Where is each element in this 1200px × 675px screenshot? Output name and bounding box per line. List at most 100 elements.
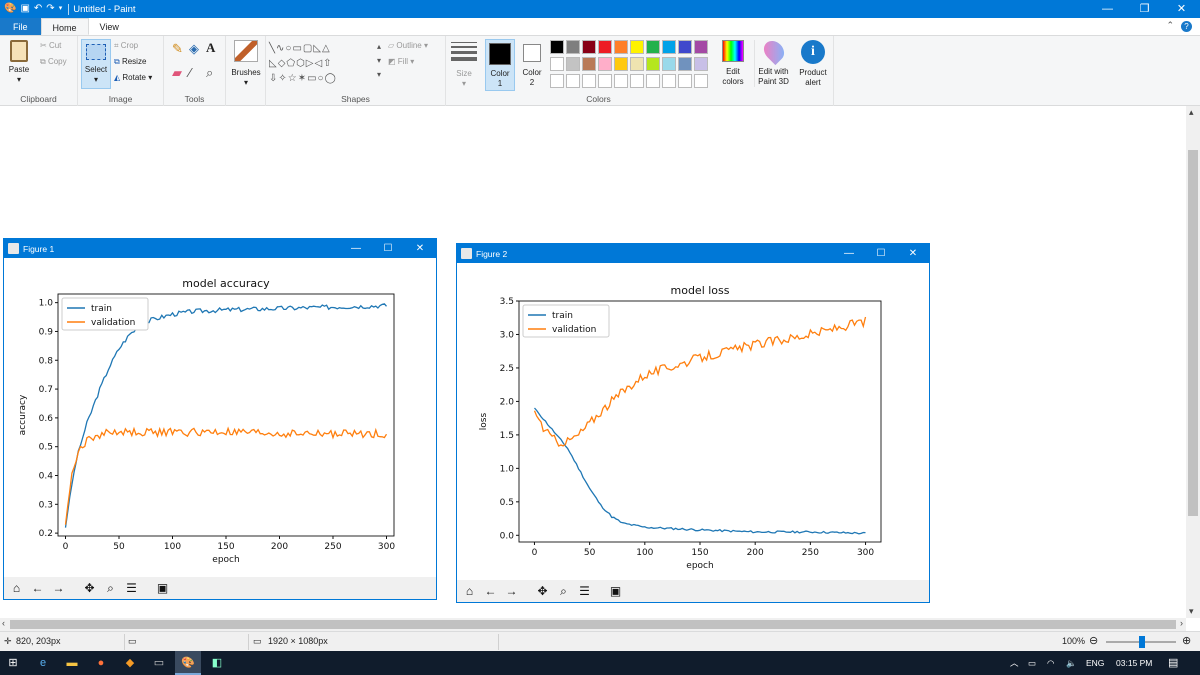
palette-swatch[interactable] [566, 40, 580, 54]
resize-button[interactable]: ⧉ Resize [114, 56, 146, 68]
fill-button[interactable]: ◩ Fill ▾ [388, 56, 414, 68]
palette-swatch[interactable] [614, 74, 628, 88]
sublime-icon[interactable]: ◆ [117, 651, 143, 675]
volume-icon[interactable]: 🔈 [1066, 651, 1077, 675]
edge-icon[interactable]: e [30, 651, 56, 675]
shape-star-icon[interactable]: ⇩✧☆✶▭○◯ [269, 73, 337, 84]
palette-swatch[interactable] [678, 57, 692, 71]
horizontal-scrollbar[interactable]: ‹ › [0, 618, 1186, 631]
figure2-maximize-button[interactable]: ☐ [865, 244, 897, 263]
zoom-icon[interactable]: ⌕ [101, 579, 120, 598]
figure1-window[interactable]: Figure 1 — ☐ ✕ model accuracy 0 50 100 150 20… [3, 238, 437, 600]
configure-subplots-icon[interactable]: ☰ [575, 582, 594, 601]
copy-button[interactable]: ⧉ Copy [40, 56, 67, 68]
scroll-thumb[interactable] [10, 620, 1176, 629]
palette-swatch[interactable] [630, 74, 644, 88]
zoom-slider-thumb[interactable] [1139, 636, 1145, 648]
select-button[interactable]: Select ▾ [81, 39, 111, 89]
paste-button[interactable]: Paste ▾ [4, 40, 34, 85]
back-arrow-icon[interactable]: ← [28, 579, 47, 598]
home-icon[interactable]: ⌂ [460, 582, 479, 601]
palette-swatch[interactable] [678, 74, 692, 88]
product-alert-button[interactable]: i Product alert [796, 40, 830, 88]
redo-icon[interactable]: ↷ [46, 0, 54, 18]
rotate-button[interactable]: ◭ Rotate ▾ [114, 72, 152, 84]
forward-arrow-icon[interactable]: → [502, 582, 521, 601]
text-tool-icon[interactable]: A [206, 41, 215, 55]
palette-swatch[interactable] [678, 40, 692, 54]
palette-swatch[interactable] [598, 57, 612, 71]
forward-arrow-icon[interactable]: → [49, 579, 68, 598]
color2-button[interactable]: Color 2 [517, 39, 547, 88]
shape-polygon-icon[interactable]: ◺◇⬠⬡▷◁⇧ [269, 58, 333, 69]
figure1-close-button[interactable]: ✕ [404, 239, 436, 258]
palette-swatch[interactable] [662, 57, 676, 71]
notifications-icon[interactable]: ▤ [1168, 651, 1178, 675]
palette-swatch[interactable] [694, 57, 708, 71]
battery-icon[interactable]: ▭ [1028, 651, 1036, 675]
scroll-left-icon[interactable]: ‹ [2, 618, 5, 628]
save-icon[interactable]: ▣ [20, 0, 29, 18]
palette-swatch[interactable] [598, 74, 612, 88]
palette-swatch[interactable] [646, 74, 660, 88]
shape-line-icon[interactable]: ╲∿○▭▢◺△ [269, 43, 331, 54]
canvas[interactable]: Figure 1 — ☐ ✕ model accuracy 0 50 100 150 20… [0, 106, 1186, 618]
palette-swatch[interactable] [646, 40, 660, 54]
palette-swatch[interactable] [582, 40, 596, 54]
magnifier-icon[interactable]: ⌕ [206, 66, 213, 80]
wifi-icon[interactable]: ◠ [1047, 651, 1054, 675]
outline-button[interactable]: ▱ Outline ▾ [388, 40, 428, 52]
pan-icon[interactable]: ✥ [80, 579, 99, 598]
palette-swatch[interactable] [582, 74, 596, 88]
palette-swatch[interactable] [566, 74, 580, 88]
brushes-button[interactable]: Brushes ▾ [229, 40, 263, 88]
pan-icon[interactable]: ✥ [533, 582, 552, 601]
collapse-ribbon-icon[interactable]: ⌃ [1166, 20, 1174, 31]
shapes-gallery[interactable]: ╲∿○▭▢◺△ ◺◇⬠⬡▷◁⇧ ⇩✧☆✶▭○◯ [269, 41, 379, 86]
palette-swatch[interactable] [694, 74, 708, 88]
edit-colors-button[interactable]: Edit colors [716, 40, 750, 87]
tab-file[interactable]: File [0, 18, 41, 35]
palette-swatch[interactable] [550, 74, 564, 88]
help-icon[interactable]: ? [1181, 21, 1192, 32]
show-hidden-icons[interactable]: ︿ [1010, 651, 1019, 675]
color1-button[interactable]: Color 1 [485, 39, 515, 91]
scroll-up-icon[interactable]: ▴ [1189, 107, 1194, 118]
color-picker-icon[interactable]: ⁄ [189, 66, 191, 80]
explorer-icon[interactable]: ▬ [59, 651, 85, 675]
start-icon[interactable]: ⊞ [0, 651, 26, 675]
language-indicator[interactable]: ENG [1086, 651, 1104, 675]
figure2-titlebar[interactable]: Figure 2 — ☐ ✕ [457, 244, 929, 263]
eraser-icon[interactable]: ▰ [172, 66, 182, 80]
palette-swatch[interactable] [630, 40, 644, 54]
paint3d-button[interactable]: Edit with Paint 3D [754, 36, 792, 87]
customize-icon[interactable]: ▾ [59, 0, 63, 18]
figure2-close-button[interactable]: ✕ [897, 244, 929, 263]
undo-icon[interactable]: ↶ [34, 0, 42, 18]
crop-button[interactable]: ⌗ Crop [114, 40, 138, 52]
scroll-down-icon[interactable]: ▾ [1189, 606, 1194, 617]
palette-swatch[interactable] [630, 57, 644, 71]
save-figure-icon[interactable]: ▣ [153, 579, 172, 598]
python-icon[interactable]: ◧ [204, 651, 230, 675]
firefox-icon[interactable]: ● [88, 651, 114, 675]
palette-swatch[interactable] [550, 57, 564, 71]
scroll-right-icon[interactable]: › [1180, 618, 1183, 628]
zoom-out-icon[interactable]: ⊖ [1089, 634, 1098, 647]
size-button[interactable]: Size ▾ [448, 40, 480, 89]
zoom-in-icon[interactable]: ⊕ [1182, 634, 1191, 647]
restore-button[interactable]: ❐ [1126, 0, 1163, 18]
palette-swatch[interactable] [646, 57, 660, 71]
palette-swatch[interactable] [582, 57, 596, 71]
pencil-icon[interactable]: ✎ [172, 42, 183, 56]
palette-swatch[interactable] [694, 40, 708, 54]
figure1-minimize-button[interactable]: — [340, 239, 372, 258]
home-icon[interactable]: ⌂ [7, 579, 26, 598]
fill-bucket-icon[interactable]: ◈ [189, 42, 199, 56]
save-figure-icon[interactable]: ▣ [606, 582, 625, 601]
configure-subplots-icon[interactable]: ☰ [122, 579, 141, 598]
tab-view[interactable]: View [89, 18, 130, 35]
back-arrow-icon[interactable]: ← [481, 582, 500, 601]
clock[interactable]: 03:15 PM [1116, 651, 1152, 675]
figure1-titlebar[interactable]: Figure 1 — ☐ ✕ [4, 239, 436, 258]
